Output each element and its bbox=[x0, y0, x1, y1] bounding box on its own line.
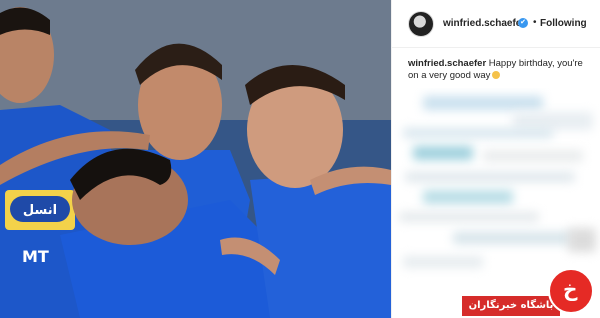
following-button[interactable]: Following bbox=[540, 18, 587, 29]
verified-badge-icon: ✔ bbox=[518, 18, 528, 28]
blur-block bbox=[405, 172, 575, 182]
blur-block bbox=[483, 150, 583, 162]
blur-block bbox=[423, 190, 513, 204]
smile-emoji-icon bbox=[492, 71, 501, 79]
blur-block bbox=[399, 212, 539, 222]
players-illustration: انسل MT bbox=[0, 0, 391, 318]
post-header: winfried.schaefer ✔ • Following bbox=[392, 0, 600, 48]
post-photo[interactable]: انسل MT bbox=[0, 0, 391, 318]
username-link[interactable]: winfried.schaefer bbox=[443, 18, 525, 29]
post-caption: winfried.schaefer Happy birthday, you're… bbox=[408, 58, 588, 82]
blur-block bbox=[568, 228, 596, 252]
avatar[interactable] bbox=[408, 11, 434, 37]
blur-block bbox=[423, 96, 543, 110]
caption-username-link[interactable]: winfried.schaefer bbox=[408, 58, 486, 69]
blur-block bbox=[453, 232, 573, 244]
blur-block bbox=[403, 128, 553, 138]
jersey-sponsor-text: انسل bbox=[23, 203, 57, 218]
jersey-number-text: MT bbox=[22, 247, 49, 266]
watermark-logo-glyph: خ bbox=[563, 277, 578, 301]
watermark-logo: خ bbox=[548, 268, 594, 314]
blur-block bbox=[403, 256, 483, 268]
watermark-label: باشگاه خبرنگاران bbox=[462, 296, 560, 316]
blur-block bbox=[413, 146, 473, 160]
separator-dot: • bbox=[533, 17, 537, 28]
